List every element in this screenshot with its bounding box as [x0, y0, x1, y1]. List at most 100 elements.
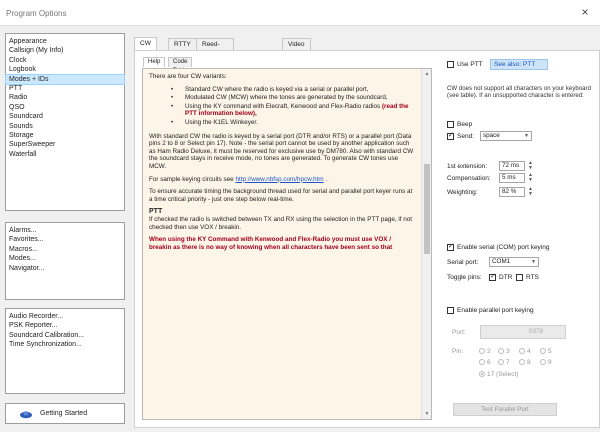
tab-cw[interactable]: CW	[134, 37, 157, 50]
tab-rsid[interactable]: Reed-Solomon (RSID)	[196, 38, 234, 70]
nav-item-favorites[interactable]: Favorites...	[6, 235, 124, 244]
pin-17-label: 17 (Select)	[487, 371, 519, 378]
serial-port-value: COM1	[492, 258, 511, 265]
keying-circuits-period: .	[325, 175, 328, 183]
serial-port-label: Serial port:	[447, 259, 479, 266]
tab-video-id[interactable]: Video ID	[282, 38, 311, 59]
title-bar: Program Options ×	[0, 0, 600, 26]
serial-port-dropdown[interactable]: COM1 ▼	[489, 257, 539, 267]
help-scrollbar[interactable]: ▲ ▼	[421, 69, 431, 419]
pin-5-label: 5	[548, 348, 552, 355]
pin-6-radio[interactable]	[479, 359, 485, 365]
pin-7-radio[interactable]	[498, 359, 504, 365]
send-char-dropdown[interactable]: space ▼	[480, 131, 532, 141]
compensation-spinner[interactable]: ▲ ▼	[527, 173, 534, 183]
variant-mcw: Modulated CW (MCW) where the tones are g…	[163, 94, 415, 102]
beep-checkbox[interactable]	[447, 121, 454, 128]
first-extension-input[interactable]: 72 ms	[499, 161, 525, 171]
keying-circuits-link[interactable]: http://www.nbfsp.com/hpcw.htm	[235, 176, 323, 183]
close-icon[interactable]: ×	[574, 2, 596, 22]
send-char-value: space	[483, 132, 500, 139]
pin-4-label: 4	[527, 348, 531, 355]
tab-rtty[interactable]: RTTY	[168, 38, 197, 50]
dtr-checkbox[interactable]	[489, 272, 496, 281]
help-content: There are four CW variants: Standard CW …	[149, 73, 415, 256]
pin-label: Pin:	[452, 348, 464, 355]
nav-item-navigator[interactable]: Navigator...	[6, 264, 124, 273]
nav-item-radio[interactable]: Radio	[6, 93, 124, 102]
weighting-input[interactable]: 82 %	[499, 187, 525, 197]
nav-item-modes-ids[interactable]: Modes + IDs	[5, 73, 125, 85]
enable-serial-checkbox[interactable]	[447, 242, 454, 251]
rts-label: RTS	[526, 274, 539, 281]
pin-3-label: 3	[506, 348, 510, 355]
scroll-up-icon[interactable]: ▲	[422, 69, 431, 79]
subtab-code-table[interactable]: Code Table	[168, 57, 193, 74]
nav-item-audio-recorder[interactable]: Audio Recorder...	[6, 312, 124, 321]
nav-item-sounds[interactable]: Sounds	[6, 122, 124, 131]
pin-9-label: 9	[548, 359, 552, 366]
nav-item-waterfall[interactable]: Waterfall	[6, 150, 124, 159]
nav-item-macros[interactable]: Macros...	[6, 245, 124, 254]
compensation-input[interactable]: 5 ms	[499, 173, 525, 183]
see-also-ptt-link[interactable]: See also: PTT	[490, 59, 548, 70]
help-keying-circuits: For sample keying circuits see http://ww…	[149, 176, 415, 184]
help-timing-paragraph: To ensure accurate timing the background…	[149, 188, 413, 203]
send-checkbox[interactable]	[447, 131, 454, 140]
nav-item-appearance[interactable]: Appearance	[6, 37, 124, 46]
scroll-down-icon[interactable]: ▼	[422, 409, 431, 419]
nav-item-logbook[interactable]: Logbook	[6, 65, 124, 74]
cw-options: Use PTT See also: PTT CW does not suppor…	[443, 51, 597, 427]
chevron-down-icon: ▼	[524, 133, 529, 139]
nav-item-clock[interactable]: Clock	[6, 56, 124, 65]
nav-item-psk-reporter[interactable]: PSK Reporter...	[6, 321, 124, 330]
getting-started-button[interactable]: Getting Started	[5, 403, 125, 424]
use-ptt-checkbox[interactable]	[447, 61, 454, 68]
unsupported-char-note: CW does not support all characters on yo…	[447, 85, 591, 100]
nav-item-modes[interactable]: Modes...	[6, 254, 124, 263]
send-label: Send:	[457, 133, 474, 140]
getting-started-icon	[19, 410, 33, 421]
enable-serial-label: Enable serial (COM) port keying	[457, 244, 550, 251]
nav-item-storage[interactable]: Storage	[6, 131, 124, 140]
nav-item-supersweeper[interactable]: SuperSweeper	[6, 140, 124, 149]
keying-circuits-label: For sample keying circuits see	[149, 175, 234, 183]
rts-checkbox[interactable]	[516, 274, 523, 281]
more-options-list: Alarms... Favorites... Macros... Modes..…	[5, 222, 125, 300]
enable-parallel-label: Enable parallel port keying	[457, 307, 534, 314]
pin-8-label: 8	[527, 359, 531, 366]
weighting-label: Weighting:	[447, 189, 478, 196]
pin-17-radio[interactable]	[479, 371, 485, 377]
port-label: Port:	[452, 329, 466, 336]
nav-item-callsign[interactable]: Callsign (My Info)	[6, 46, 124, 55]
nav-item-soundcard-calibration[interactable]: Soundcard Calibration...	[6, 331, 124, 340]
pin-8-radio[interactable]	[519, 359, 525, 365]
nav-item-soundcard[interactable]: Soundcard	[6, 112, 124, 121]
pin-4-radio[interactable]	[519, 348, 525, 354]
variant-ky-command: Using the KY command with Elecraft, Kenw…	[163, 103, 415, 118]
port-input[interactable]: 0378	[480, 325, 566, 339]
nav-item-ptt[interactable]: PTT	[6, 84, 124, 93]
help-standard-cw-paragraph: With standard CW the radio is keyed by a…	[149, 132, 414, 170]
nav-item-alarms[interactable]: Alarms...	[6, 226, 124, 235]
pin-3-radio[interactable]	[498, 348, 504, 354]
pin-2-label: 2	[487, 348, 491, 355]
use-ptt-label: Use PTT	[457, 61, 483, 68]
nav-item-time-sync[interactable]: Time Synchronization...	[6, 340, 124, 349]
subtab-help[interactable]: Help	[143, 57, 166, 67]
nav-item-qso[interactable]: QSO	[6, 103, 124, 112]
pin-9-radio[interactable]	[540, 359, 546, 365]
enable-parallel-checkbox[interactable]	[447, 307, 454, 314]
help-ky-warning: When using the KY Command with Kenwood a…	[149, 236, 393, 251]
variant-winkeyer: Using the K1EL Winkeyer.	[163, 119, 415, 127]
weighting-spinner[interactable]: ▲ ▼	[527, 187, 534, 197]
scroll-thumb[interactable]	[424, 164, 430, 254]
toggle-pins-label: Toggle pins:	[447, 274, 482, 281]
pin-5-radio[interactable]	[540, 348, 546, 354]
pin-6-label: 6	[487, 359, 491, 366]
help-intro: There are four CW variants:	[149, 73, 227, 80]
test-parallel-port-button[interactable]: Test Parallel Port	[453, 403, 557, 416]
pin-2-radio[interactable]	[479, 348, 485, 354]
first-extension-spinner[interactable]: ▲ ▼	[527, 161, 534, 171]
help-ptt-paragraph: If checked the radio is switched between…	[149, 215, 412, 231]
